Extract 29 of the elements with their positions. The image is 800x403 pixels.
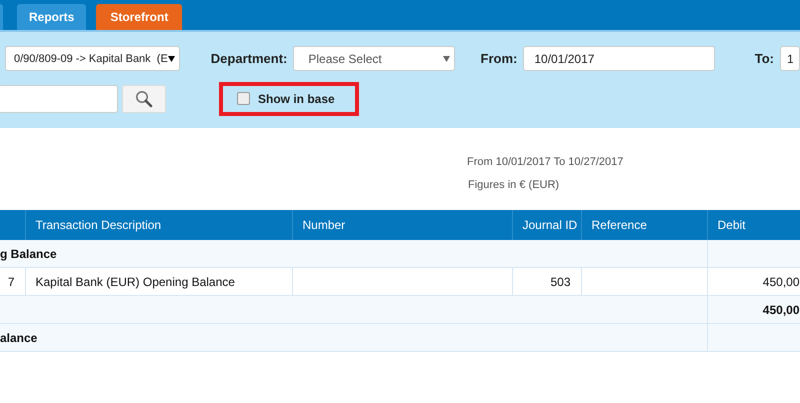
department-select[interactable]: Please Select — [293, 46, 455, 71]
to-label: To: — [754, 51, 774, 66]
currency-note: Figures in € (EUR) — [467, 179, 560, 191]
column-header: Transaction Description — [25, 210, 292, 240]
checkbox-label: Show in base — [258, 92, 335, 106]
checkbox[interactable] — [237, 92, 250, 105]
from-date-field[interactable]: 10/01/2017 — [523, 46, 715, 71]
column-header: Journal ID — [512, 210, 581, 240]
account-select[interactable]: 0/90/809-09 -> Kapital Bank (E — [5, 46, 180, 71]
journal-link[interactable]: 503 — [512, 268, 581, 296]
table-cell: Kapital Bank (EUR) Opening Balance — [25, 268, 292, 296]
column-header: Debit — [707, 210, 800, 240]
caret-icon — [442, 56, 450, 62]
table-cell: 450,00 — [707, 268, 800, 296]
header-cell — [0, 210, 25, 240]
table-cell: 7 — [0, 268, 25, 296]
search-button[interactable] — [122, 84, 166, 112]
group-label: g Balance — [0, 240, 707, 268]
department-label: Department: — [210, 51, 288, 66]
report-period: From 10/01/2017 To 10/27/2017 — [467, 156, 624, 168]
group-label: alance — [0, 324, 707, 352]
column-header: Number — [292, 210, 512, 240]
to-date-field[interactable]: 1 — [780, 46, 800, 71]
total-amount: 450,00 — [707, 296, 800, 324]
caret-icon — [168, 56, 175, 62]
search-field[interactable] — [0, 84, 118, 112]
search-icon — [135, 90, 153, 108]
from-label: From: — [480, 51, 518, 66]
column-header: Reference — [581, 210, 707, 240]
